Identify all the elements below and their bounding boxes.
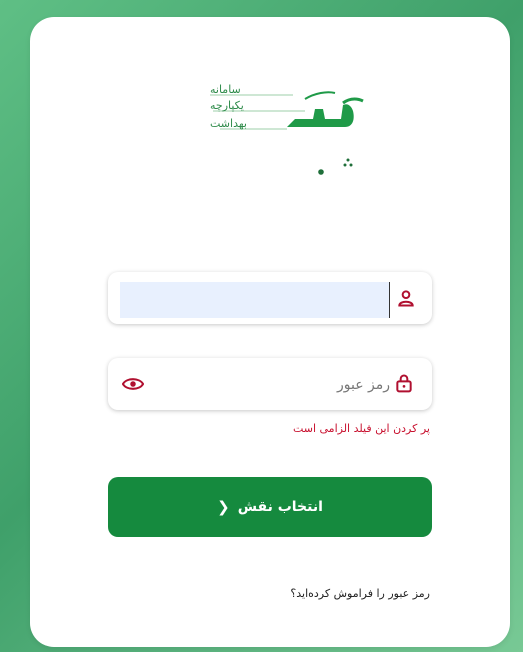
username-input[interactable] xyxy=(120,282,390,318)
username-field[interactable] xyxy=(108,272,432,324)
eye-icon[interactable] xyxy=(122,375,144,393)
logo-line-2: یکپارچه xyxy=(210,99,244,112)
login-card: سامانه یکپارچه بهداشت پر کردن این فیلد ا… xyxy=(30,17,510,647)
forgot-password-link[interactable]: رمز عبور را فراموش کرده‌اید؟ xyxy=(290,587,430,600)
sib-logo: سامانه یکپارچه بهداشت xyxy=(175,79,375,189)
sib-logo-mark xyxy=(210,91,364,175)
select-role-label: انتخاب نقش xyxy=(237,499,323,515)
logo-line-1: سامانه xyxy=(210,83,241,96)
logo-line-3: بهداشت xyxy=(210,117,247,130)
password-error-message: پر کردن این فیلد الزامی است xyxy=(292,422,430,435)
chevron-left-icon: ❮ xyxy=(217,498,230,516)
lock-icon xyxy=(396,374,412,393)
select-role-button[interactable]: انتخاب نقش ❮ xyxy=(108,477,432,537)
user-icon xyxy=(398,290,414,307)
password-field[interactable] xyxy=(108,358,432,410)
password-input[interactable] xyxy=(168,370,392,400)
